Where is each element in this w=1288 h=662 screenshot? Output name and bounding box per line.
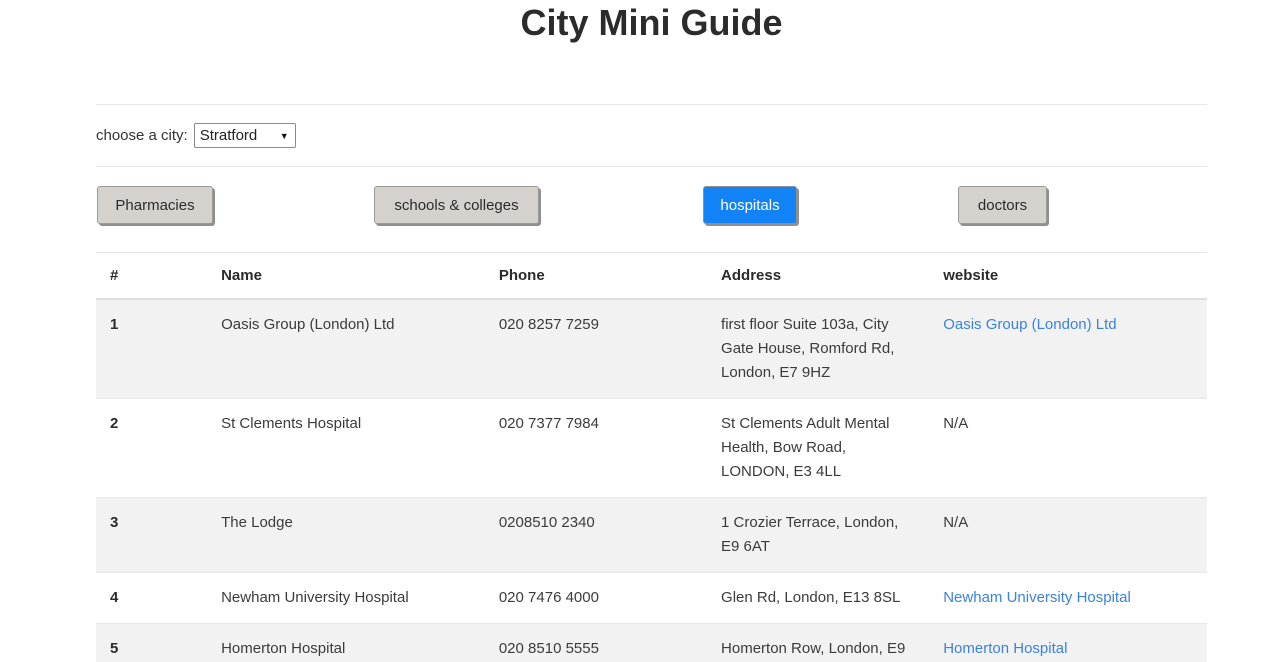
column-header-phone: Phone — [485, 253, 707, 300]
website-na-text: N/A — [943, 514, 968, 531]
hospital-phone: 020 7476 4000 — [485, 573, 707, 624]
row-number: 3 — [96, 498, 207, 573]
city-selector-row: choose a city: Stratford ▼ — [96, 104, 1207, 166]
table-row: 3 The Lodge 0208510 2340 1 Crozier Terra… — [96, 498, 1207, 573]
main-container: City Mini Guide choose a city: Stratford… — [96, 0, 1207, 662]
hospital-name: The Lodge — [207, 498, 485, 573]
category-button-hospitals[interactable]: hospitals — [703, 186, 797, 224]
hospital-address: first floor Suite 103a, City Gate House,… — [707, 299, 929, 399]
hospital-name: Homerton Hospital — [207, 624, 485, 662]
hospital-address: Homerton Row, London, E9 6SR — [707, 624, 929, 662]
hospital-phone: 020 8510 5555 — [485, 624, 707, 662]
hospital-website-cell: N/A — [929, 399, 1207, 498]
hospital-name: St Clements Hospital — [207, 399, 485, 498]
table-header: # Name Phone Address website — [96, 253, 1207, 300]
hospital-name: Oasis Group (London) Ltd — [207, 299, 485, 399]
website-na-text: N/A — [943, 415, 968, 432]
column-header-number: # — [96, 253, 207, 300]
city-selector-label: choose a city: — [96, 127, 188, 144]
hospital-website-cell: N/A — [929, 498, 1207, 573]
hospital-website-cell: Newham University Hospital — [929, 573, 1207, 624]
table-row: 4 Newham University Hospital 020 7476 40… — [96, 573, 1207, 624]
website-link[interactable]: Oasis Group (London) Ltd — [943, 316, 1116, 333]
hospital-address: 1 Crozier Terrace, London, E9 6AT — [707, 498, 929, 573]
hospitals-table-body: 1 Oasis Group (London) Ltd 020 8257 7259… — [96, 299, 1207, 662]
category-button-pharmacies[interactable]: Pharmacies — [97, 186, 213, 224]
hospital-phone: 020 7377 7984 — [485, 399, 707, 498]
page-title: City Mini Guide — [96, 0, 1207, 104]
row-number: 5 — [96, 624, 207, 662]
column-header-address: Address — [707, 253, 929, 300]
category-buttons-row: Pharmacies schools & colleges hospitals … — [96, 166, 1207, 252]
hospital-website-cell: Oasis Group (London) Ltd — [929, 299, 1207, 399]
hospital-phone: 020 8257 7259 — [485, 299, 707, 399]
city-select[interactable]: Stratford — [194, 123, 296, 148]
hospital-name: Newham University Hospital — [207, 573, 485, 624]
hospital-phone: 0208510 2340 — [485, 498, 707, 573]
row-number: 4 — [96, 573, 207, 624]
hospital-address: St Clements Adult Mental Health, Bow Roa… — [707, 399, 929, 498]
website-link[interactable]: Newham University Hospital — [943, 589, 1131, 606]
row-number: 2 — [96, 399, 207, 498]
column-header-name: Name — [207, 253, 485, 300]
city-select-wrap: Stratford ▼ — [194, 123, 296, 148]
table-row: 2 St Clements Hospital 020 7377 7984 St … — [96, 399, 1207, 498]
category-button-schools-colleges[interactable]: schools & colleges — [374, 186, 539, 224]
table-row: 1 Oasis Group (London) Ltd 020 8257 7259… — [96, 299, 1207, 399]
column-header-website: website — [929, 253, 1207, 300]
hospital-address: Glen Rd, London, E13 8SL — [707, 573, 929, 624]
hospital-website-cell: Homerton Hospital — [929, 624, 1207, 662]
hospitals-table: # Name Phone Address website 1 Oasis Gro… — [96, 252, 1207, 662]
category-button-doctors[interactable]: doctors — [958, 186, 1047, 224]
row-number: 1 — [96, 299, 207, 399]
table-row: 5 Homerton Hospital 020 8510 5555 Homert… — [96, 624, 1207, 662]
website-link[interactable]: Homerton Hospital — [943, 640, 1067, 657]
